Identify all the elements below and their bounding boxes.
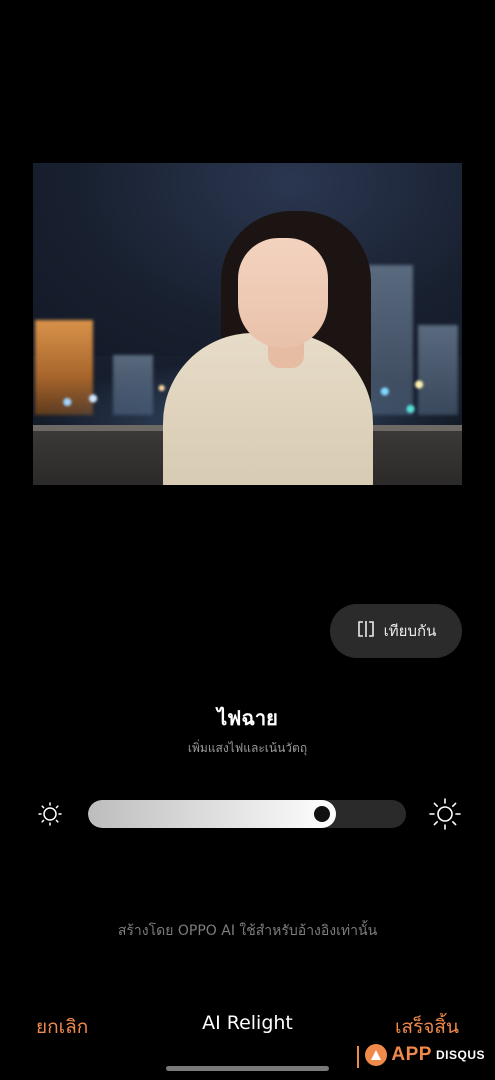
effect-subtitle: เพิ่มแสงไฟและเน้นวัตถุ	[187, 741, 308, 755]
watermark-logo: APP DISQUS	[357, 1044, 485, 1068]
effect-title: ไฟฉาย	[217, 706, 278, 730]
slider-thumb[interactable]	[314, 806, 330, 822]
sun-low-icon	[33, 797, 67, 831]
watermark-badge-icon	[365, 1044, 388, 1066]
watermark-disqus: DISQUS	[435, 1048, 485, 1062]
done-button[interactable]: เสร็จสิ้น	[395, 1012, 459, 1042]
watermark-app: APP	[391, 1044, 432, 1065]
compare-button[interactable]: เทียบกัน	[330, 604, 462, 658]
brightness-slider[interactable]	[88, 800, 406, 828]
compare-label: เทียบกัน	[383, 622, 437, 640]
home-indicator[interactable]	[166, 1066, 329, 1071]
compare-icon	[356, 619, 376, 643]
sun-high-icon	[428, 797, 462, 831]
slider-fill	[88, 800, 336, 828]
photo-preview	[33, 163, 462, 485]
ai-disclaimer: สร้างโดย OPPO AI ใช้สำหรับอ้างอิงเท่านั้…	[117, 923, 378, 939]
